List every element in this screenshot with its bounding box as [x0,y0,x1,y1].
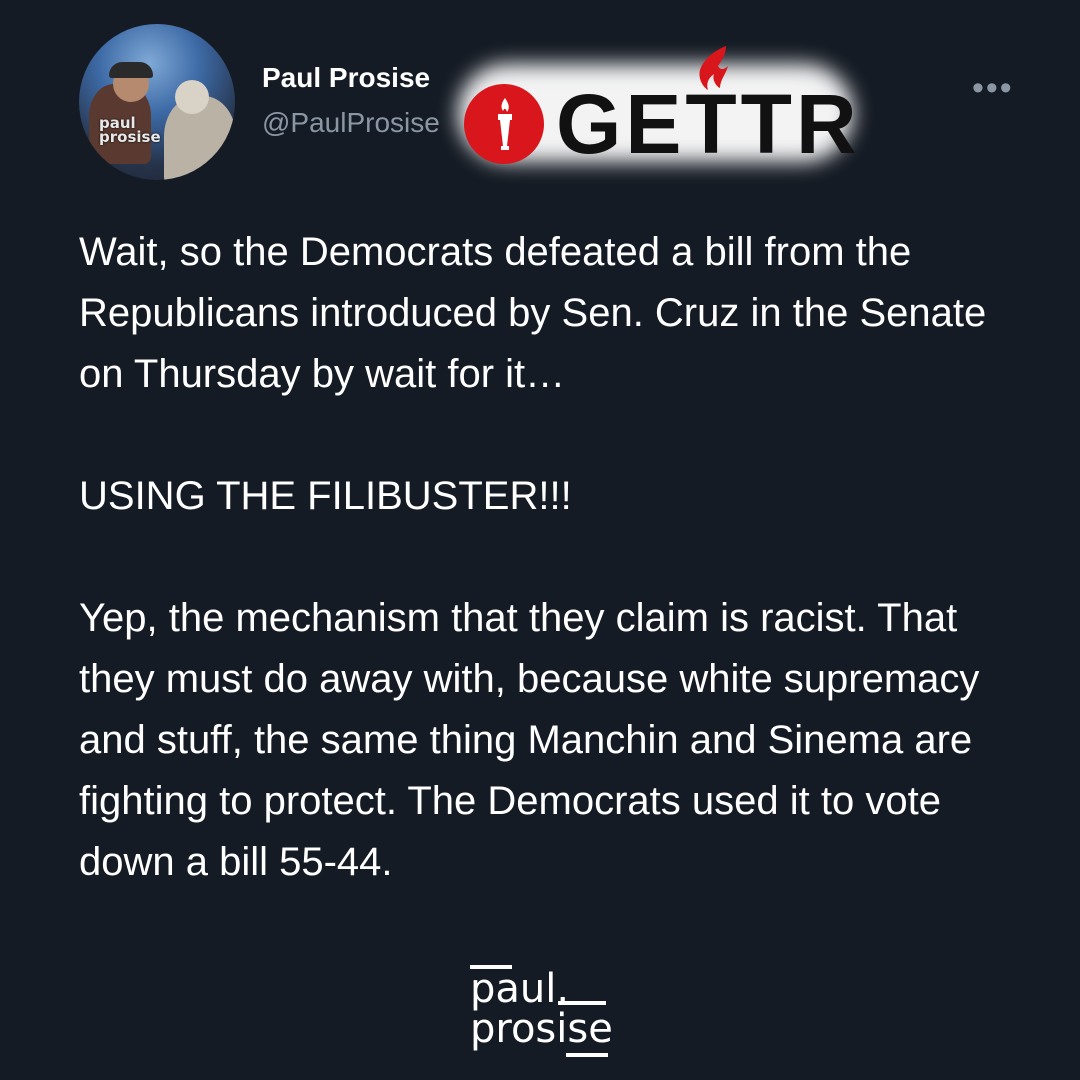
post-paragraph: Wait, so the Democrats defeated a bill f… [79,230,987,396]
post-paragraph: Yep, the mechanism that they claim is ra… [79,596,980,884]
post-paragraph-spacer [79,405,1039,466]
avatar-head-right [175,80,209,114]
watermark-line1: paul. [470,966,570,1012]
watermark-underline [558,1001,606,1005]
watermark-line2: prosise [470,1006,613,1052]
gettr-wordmark: GETTR [556,77,861,171]
author-handle[interactable]: @PaulProsise [262,107,440,139]
more-horizontal-icon[interactable]: ••• [972,71,1014,105]
gettr-logo-overlay: GETTR [458,44,858,171]
post-paragraph-spacer [79,527,1039,588]
watermark-bar-bottom [566,1053,608,1057]
avatar-cap [109,62,153,78]
torch-icon [498,98,512,150]
avatar-logo-text: paul prosise [99,114,161,146]
author-avatar[interactable]: paul prosise [79,24,235,180]
watermark-logo: paul. prosise [470,965,620,1065]
gettr-torch-badge [464,84,544,164]
post-body: Wait, so the Democrats defeated a bill f… [79,222,1039,893]
author-name[interactable]: Paul Prosise [262,62,430,94]
post-paragraph: USING THE FILIBUSTER!!! [79,474,572,518]
